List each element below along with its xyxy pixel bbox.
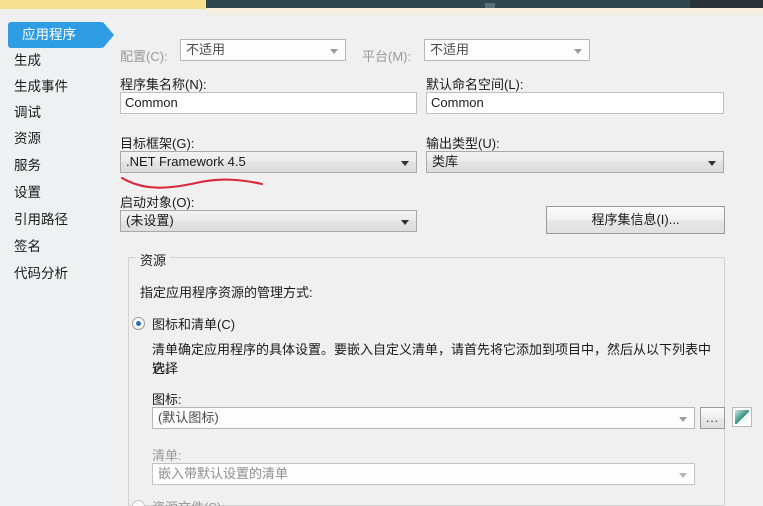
startup-object-combobox[interactable]: (未设置)	[120, 210, 417, 232]
assembly-name-input[interactable]: Common	[120, 92, 417, 114]
output-type-combobox[interactable]: 类库	[426, 151, 724, 173]
icon-browse-button[interactable]: ...	[700, 407, 725, 429]
icon-value: (默认图标)	[158, 410, 219, 425]
sidebar-item-resources[interactable]: 资源	[0, 128, 41, 150]
icon-manifest-description-line2: 它。	[152, 361, 179, 376]
icon-manifest-radio-label: 图标和清单(C)	[152, 317, 236, 332]
platform-value: 不适用	[430, 42, 470, 57]
sidebar-item-build[interactable]: 生成	[0, 50, 41, 72]
assembly-name-label: 程序集名称(N):	[120, 77, 207, 92]
output-type-label: 输出类型(U):	[426, 136, 500, 151]
manifest-label: 清单:	[152, 448, 182, 463]
startup-object-value: (未设置)	[126, 213, 174, 228]
chevron-down-icon	[679, 473, 687, 478]
sidebar-item-debug[interactable]: 调试	[0, 102, 41, 124]
startup-object-label: 启动对象(O):	[120, 195, 195, 210]
sidebar: 应用程序 生成 生成事件 调试 资源 服务 设置 引用路径 签名 代码分析	[0, 12, 114, 506]
sidebar-item-reference-paths[interactable]: 引用路径	[0, 209, 68, 231]
icon-label: 图标:	[152, 392, 182, 407]
icon-preview-swatch	[735, 410, 749, 424]
platform-label: 平台(M):	[362, 49, 412, 64]
icon-manifest-radio[interactable]	[132, 317, 145, 330]
sidebar-item-signing[interactable]: 签名	[0, 236, 41, 258]
sidebar-item-code-analysis[interactable]: 代码分析	[0, 263, 68, 285]
chevron-down-icon	[401, 161, 409, 166]
configuration-combobox[interactable]: 不适用	[180, 39, 346, 61]
chevron-down-icon	[708, 161, 716, 166]
sidebar-selection-arrow-icon	[103, 22, 114, 48]
sidebar-item-label: 应用程序	[22, 27, 76, 42]
application-settings-pane: 配置(C): 不适用 平台(M): 不适用 程序集名称(N): Common 默…	[114, 16, 763, 506]
titlebar-yellow-strip	[0, 0, 206, 9]
sidebar-item-application[interactable]: 应用程序	[0, 22, 114, 48]
titlebar-teal-dark-strip	[690, 0, 763, 8]
target-framework-combobox[interactable]: .NET Framework 4.5	[120, 151, 417, 173]
chevron-down-icon	[401, 220, 409, 225]
resource-file-radio-label: 资源文件(S):	[152, 497, 225, 506]
icon-manifest-description-line1: 清单确定应用程序的具体设置。要嵌入自定义清单，请首先将它添加到项目中，然后从以下…	[152, 342, 712, 376]
resource-file-radio[interactable]	[132, 500, 145, 506]
resources-instruction: 指定应用程序资源的管理方式:	[140, 285, 313, 300]
target-framework-label: 目标框架(G):	[120, 136, 195, 151]
default-namespace-input[interactable]: Common	[426, 92, 724, 114]
resources-group-title: 资源	[136, 250, 171, 269]
sidebar-item-settings[interactable]: 设置	[0, 182, 41, 204]
manifest-combobox: 嵌入带默认设置的清单	[152, 463, 695, 485]
sidebar-item-build-events[interactable]: 生成事件	[0, 76, 68, 98]
chevron-down-icon	[574, 49, 582, 54]
manifest-value: 嵌入带默认设置的清单	[158, 466, 289, 481]
output-type-value: 类库	[432, 154, 459, 169]
target-framework-value: .NET Framework 4.5	[126, 154, 246, 169]
default-namespace-label: 默认命名空间(L):	[426, 77, 524, 92]
chevron-down-icon	[679, 417, 687, 422]
icon-combobox[interactable]: (默认图标)	[152, 407, 695, 429]
platform-combobox[interactable]: 不适用	[424, 39, 590, 61]
icon-preview	[732, 407, 752, 427]
sidebar-item-services[interactable]: 服务	[0, 155, 41, 177]
chevron-down-icon	[330, 49, 338, 54]
assembly-info-button[interactable]: 程序集信息(I)...	[546, 206, 725, 234]
project-properties-window: 应用程序 生成 生成事件 调试 资源 服务 设置 引用路径 签名 代码分析 配置…	[0, 0, 763, 506]
configuration-value: 不适用	[186, 42, 226, 57]
configuration-label: 配置(C):	[120, 49, 168, 64]
